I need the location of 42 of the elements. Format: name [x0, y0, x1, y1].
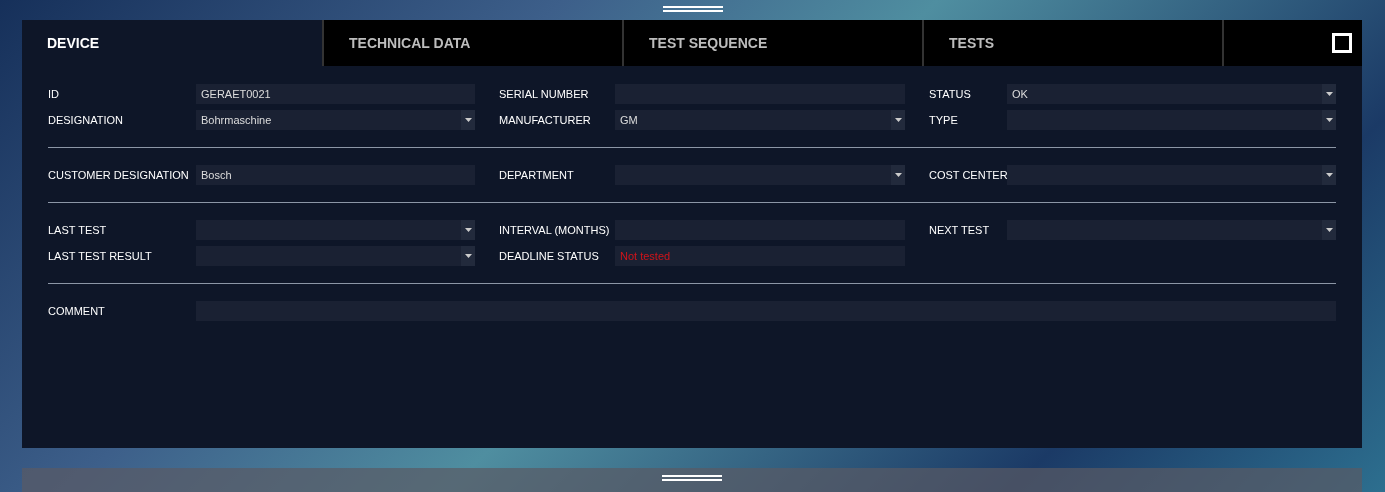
caret-icon[interactable]: [891, 110, 905, 130]
dropdown-field[interactable]: [196, 246, 475, 266]
resize-grip-icon[interactable]: [662, 475, 722, 481]
field-label: DEADLINE STATUS: [499, 248, 600, 264]
field-label: STATUS: [929, 86, 972, 102]
dropdown-field[interactable]: Bohrmaschine: [196, 110, 475, 130]
field-label: CUSTOMER DESIGNATION: [48, 167, 190, 183]
caret-icon[interactable]: [891, 165, 905, 185]
field-label: COST CENTER: [929, 167, 1007, 183]
input-field[interactable]: Bosch: [196, 165, 475, 185]
field-label: DEPARTMENT: [499, 167, 575, 183]
field-label: LAST TEST RESULT: [48, 248, 153, 264]
field-label: SERIAL NUMBER: [499, 86, 590, 102]
dropdown-field[interactable]: [615, 165, 905, 185]
field-label: NEXT TEST: [929, 222, 991, 238]
field-label: COMMENT: [48, 303, 106, 319]
field-label: LAST TEST: [48, 222, 108, 238]
dropdown-field[interactable]: [1007, 220, 1336, 240]
field-label: TYPE: [929, 112, 959, 128]
dropdown-field[interactable]: [196, 220, 475, 240]
field-label: MANUFACTURER: [499, 112, 592, 128]
resize-grip-icon[interactable]: [662, 6, 723, 12]
field-label: INTERVAL (MONTHS): [499, 222, 611, 238]
caret-icon[interactable]: [1322, 165, 1336, 185]
caret-icon[interactable]: [461, 246, 475, 266]
caret-icon[interactable]: [1322, 220, 1336, 240]
field-label: DESIGNATION: [48, 112, 124, 128]
caret-icon[interactable]: [461, 110, 475, 130]
field-value: Bohrmaschine: [201, 112, 272, 128]
field-label: ID: [48, 86, 60, 102]
dropdown-field[interactable]: OK: [1007, 84, 1336, 104]
caret-icon[interactable]: [1322, 84, 1336, 104]
dropdown-field[interactable]: GM: [615, 110, 905, 130]
dropdown-field[interactable]: [1007, 110, 1336, 130]
field-value: OK: [1012, 86, 1028, 102]
input-field[interactable]: GERAET0021: [196, 84, 475, 104]
maximize-icon[interactable]: [1332, 33, 1352, 53]
field-value: GM: [620, 112, 638, 128]
tab[interactable]: DEVICE: [22, 20, 322, 66]
caret-icon[interactable]: [461, 220, 475, 240]
caret-icon[interactable]: [1322, 110, 1336, 130]
dropdown-field[interactable]: [1007, 165, 1336, 185]
